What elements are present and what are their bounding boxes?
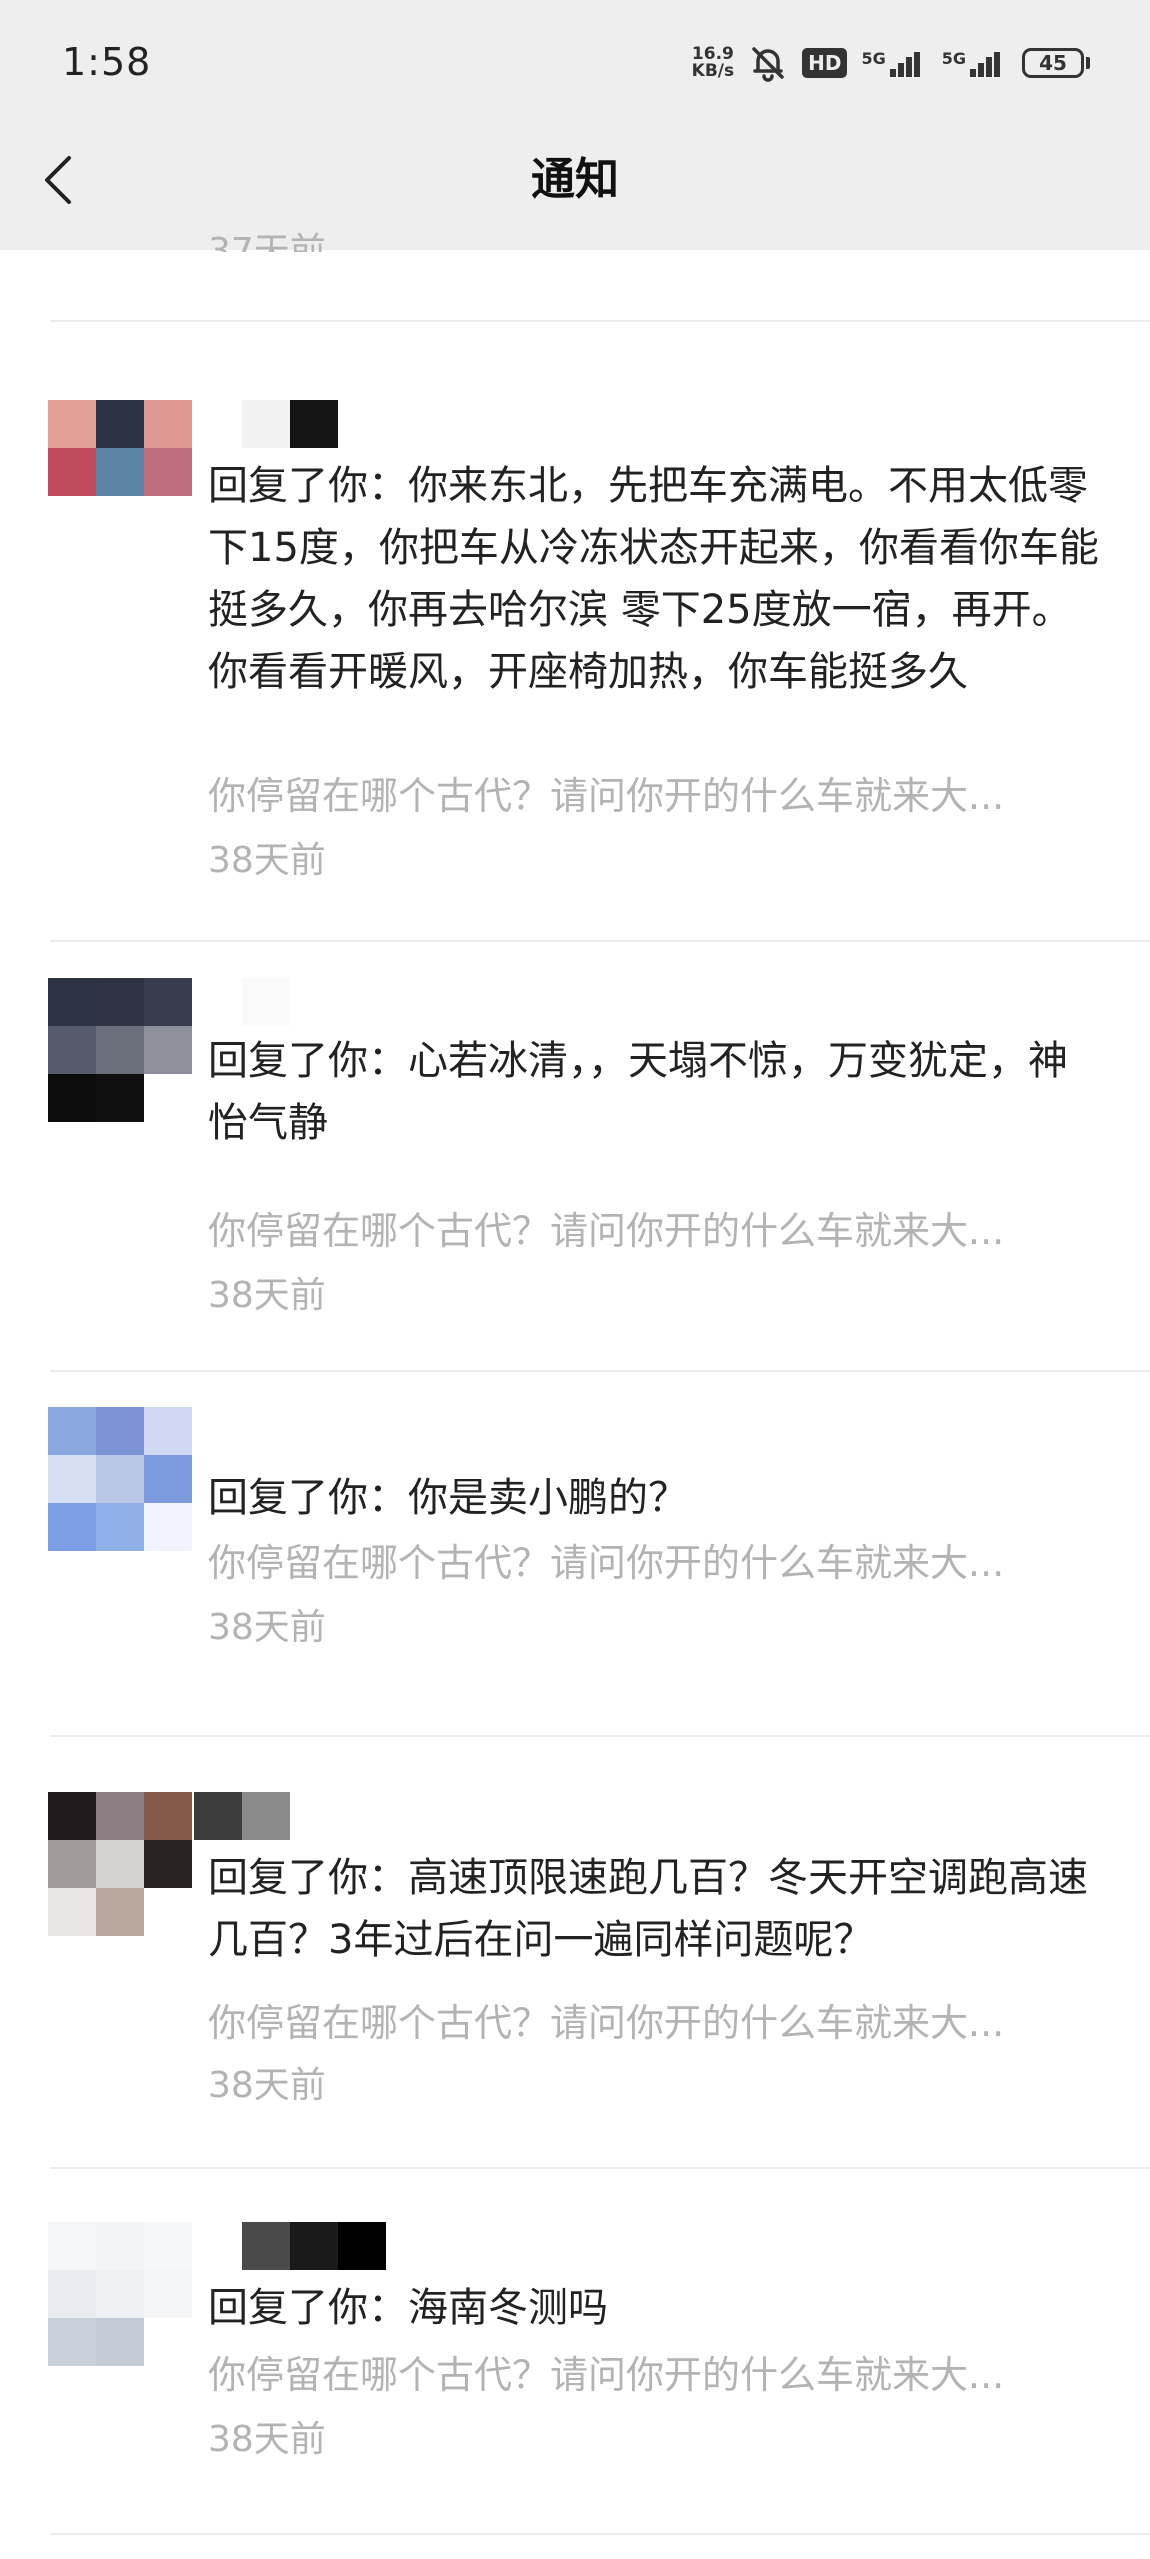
username[interactable] — [194, 1792, 338, 1840]
top-bar: 1:58 16.9 KB/s HD 5G 5G 45 通知 — [0, 0, 1150, 250]
notification-time: 38天前 — [208, 840, 326, 881]
divider — [50, 320, 1150, 322]
status-icons: 16.9 KB/s HD 5G 5G 45 — [692, 38, 1090, 88]
notification-time: 38天前 — [208, 2065, 326, 2106]
reply-content: 回复了你：高速顶限速跑几百？冬天开空调跑高速几百？3年过后在问一遍同样问题呢？ — [208, 1855, 1088, 1963]
avatar[interactable] — [48, 1792, 192, 1936]
battery-level: 45 — [1022, 48, 1084, 78]
reply-content: 回复了你：你来东北，先把车充满电。不用太低零下15度，你把车从冷冻状态开起来，你… — [208, 463, 1099, 695]
quoted-comment: 你停留在哪个古代？请问你开的什么车就来大... — [208, 774, 1005, 818]
notification-time: 37天前 — [208, 231, 326, 272]
network-speed-unit: KB/s — [691, 61, 735, 81]
status-time: 1:58 — [62, 40, 152, 84]
username[interactable] — [194, 1407, 338, 1455]
avatar[interactable] — [48, 978, 192, 1122]
quoted-comment: 你停留在哪个古代？请问你开的什么车就来大... — [208, 1209, 1005, 1253]
divider — [50, 940, 1150, 942]
bell-muted-icon — [748, 43, 788, 83]
username[interactable] — [194, 978, 338, 1026]
battery-icon: 45 — [1022, 48, 1090, 78]
notification-time: 38天前 — [208, 1607, 326, 1648]
reply-content: 回复了你：海南冬测吗 — [208, 2285, 608, 2331]
avatar[interactable] — [48, 1407, 192, 1551]
divider — [50, 1370, 1150, 1372]
quoted-comment: 你停留在哪个古代？请问你开的什么车就来大... — [208, 1541, 1005, 1585]
divider — [50, 1735, 1150, 1737]
page-title: 通知 — [531, 154, 619, 205]
divider — [50, 2533, 1150, 2535]
network-speed: 16.9 KB/s — [692, 46, 734, 80]
notification-time: 38天前 — [208, 1275, 326, 1316]
reply-content: 回复了你：心若冰清，，天塌不惊，万变犹定，神怡气静 — [208, 1038, 1068, 1146]
avatar[interactable] — [48, 2222, 192, 2366]
signal-5g-icon: 5G — [861, 49, 927, 77]
quoted-comment: 你停留在哪个古代？请问你开的什么车就来大... — [208, 2353, 1005, 2397]
avatar[interactable] — [48, 400, 192, 544]
hd-voice-icon: HD — [802, 48, 848, 78]
notification-time: 38天前 — [208, 2419, 326, 2460]
reply-content: 回复了你：你是卖小鹏的？ — [208, 1475, 688, 1521]
username[interactable] — [194, 400, 338, 448]
quoted-comment: 你停留在哪个古代？请问你开的什么车就来大... — [208, 2001, 1005, 2045]
username[interactable] — [194, 2222, 386, 2270]
signal-5g-icon-2: 5G — [942, 49, 1008, 77]
divider — [50, 2167, 1150, 2169]
